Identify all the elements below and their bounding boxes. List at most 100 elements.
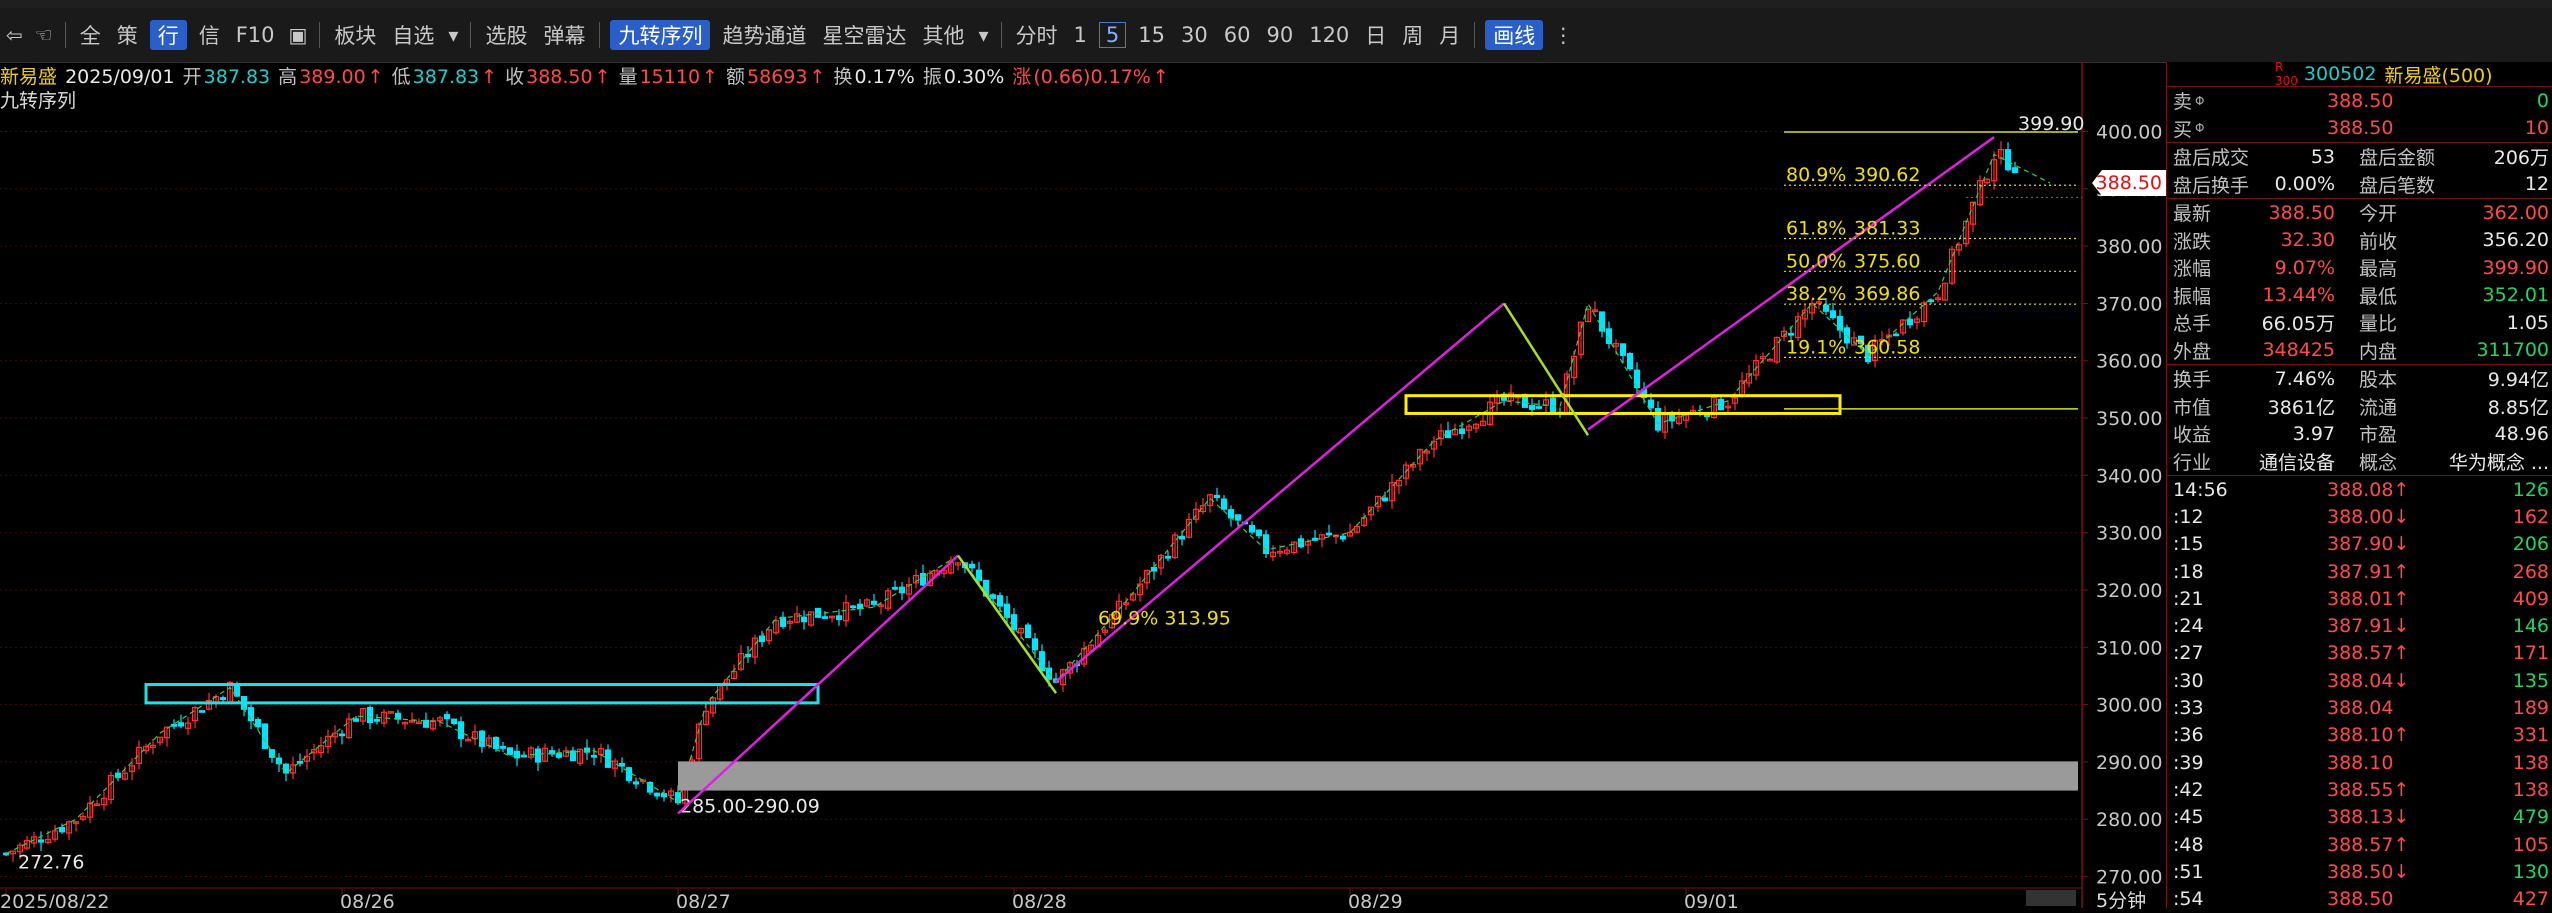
ask-price: 388.50: [2327, 89, 2394, 112]
candle-body: [219, 697, 227, 701]
candle-body: [814, 607, 822, 618]
tick-volume: 206: [2512, 533, 2549, 556]
toolbar-item-screener[interactable]: 选股: [477, 20, 535, 50]
layout-icon[interactable]: ▣: [283, 23, 314, 47]
tick-list[interactable]: 14:56 388.08↑ 126:12 388.00↓ 162:15 387.90↓ 20…: [2167, 476, 2552, 913]
quote-cell: 市盈: [2359, 424, 2398, 447]
quote-cell: 最新: [2173, 203, 2212, 226]
period-30m[interactable]: 30: [1173, 23, 1216, 47]
draw-line-button[interactable]: 画线: [1485, 20, 1544, 50]
y-tick-label: 340.00: [2096, 465, 2162, 487]
candle-body: [968, 563, 976, 569]
stock-title: 新易盛(500): [2384, 64, 2493, 87]
tick-row: :54 388.50 427: [2167, 885, 2552, 912]
quote-cell: 48.96: [2494, 422, 2549, 445]
bid-volume: 10: [2524, 117, 2549, 140]
candle-body: [1248, 525, 1256, 533]
tick-volume: 479: [2512, 806, 2549, 829]
candle-body: [891, 586, 899, 590]
hand-icon[interactable]: ☜: [29, 23, 59, 47]
candle-body: [1325, 532, 1333, 536]
period-day[interactable]: 日: [1357, 20, 1394, 50]
trend-dash-line: [5, 153, 2051, 855]
candle-body: [1822, 304, 1830, 312]
candle-body: [1619, 343, 1627, 356]
quote-cell: 内盘: [2359, 340, 2398, 363]
toolbar-item-other[interactable]: 其他: [914, 20, 972, 50]
tick-time: :33: [2173, 697, 2204, 720]
candle-body: [198, 710, 206, 713]
toolbar-item-danmaku[interactable]: 弹幕: [535, 20, 593, 50]
candle-body: [1717, 398, 1725, 411]
kline-chart[interactable]: 400.00390.00380.00370.00360.00350.00340.…: [0, 62, 2166, 908]
tick-price: 388.50: [2327, 888, 2394, 911]
quote-cell: 7.46%: [2274, 367, 2335, 390]
toolbar-item-nine-turn[interactable]: 九转序列: [610, 20, 711, 50]
quote-cell: 8.85亿: [2487, 396, 2549, 419]
quote-cell: 206万: [2493, 147, 2549, 170]
tick-price: 388.04: [2327, 697, 2394, 720]
toolbar-item-trend-channel[interactable]: 趋势通道: [714, 20, 814, 50]
period-intraday[interactable]: 分时: [1008, 20, 1066, 50]
fib-mid-label: 69.9% 313.95: [1098, 608, 1231, 630]
toolbar-item-f10[interactable]: F10: [228, 23, 283, 47]
toolbar-item-watchlist[interactable]: 自选: [384, 20, 442, 50]
candle-body: [1003, 603, 1011, 618]
candle-body: [1024, 624, 1032, 639]
period-60m[interactable]: 60: [1216, 23, 1259, 47]
period-90m[interactable]: 90: [1258, 23, 1301, 47]
stock-name: 新易盛: [0, 66, 58, 88]
candle-body: [1339, 535, 1347, 540]
tick-row: :48 388.57↑ 105: [2167, 831, 2552, 858]
tick-time: :45: [2173, 806, 2204, 829]
tick-row: :36 388.10↑ 331: [2167, 722, 2552, 749]
quote-cell: 311700: [2476, 339, 2549, 362]
dropdown-icon[interactable]: ▾: [972, 23, 994, 47]
high-value: 389.00: [299, 66, 366, 88]
toolbar-item-info[interactable]: 信: [191, 20, 228, 50]
candle-body: [1668, 413, 1676, 422]
tick-volume: 162: [2512, 505, 2549, 528]
candle-body: [1213, 494, 1221, 499]
candle-body: [1626, 352, 1634, 370]
candle-body: [1766, 358, 1774, 362]
quote-cell: 盘后笔数: [2359, 174, 2436, 197]
tick-volume: 189: [2512, 697, 2549, 720]
scroll-handle[interactable]: [2026, 890, 2076, 906]
candle-body: [499, 746, 507, 749]
candle-body: [1164, 555, 1172, 559]
quote-cell: 1.05: [2506, 311, 2549, 334]
quote-cell: 12: [2524, 173, 2549, 196]
fundamentals-block: 换手 7.46% 股本 9.94亿 市值 3861亿 流通 8.85亿 收益 3.97 市盈 48.9…: [2167, 365, 2552, 476]
fib-value-label: 369.86: [1854, 283, 1920, 305]
candle-body: [632, 781, 640, 785]
toolbar-item-strategy[interactable]: 策: [109, 20, 146, 50]
toolbar-item-quote[interactable]: 行: [149, 20, 187, 50]
period-1m[interactable]: 1: [1066, 23, 1095, 47]
more-icon[interactable]: ⋮: [1547, 23, 1579, 47]
period-120m[interactable]: 120: [1301, 23, 1357, 47]
period-15m[interactable]: 15: [1130, 23, 1173, 47]
quote-cell: 振幅: [2173, 285, 2212, 308]
range-label: 285.00-290.09: [680, 796, 820, 818]
title-bar: [0, 0, 2552, 8]
candle-body: [1892, 333, 1900, 337]
back-icon[interactable]: ⇦: [0, 23, 29, 47]
quote-cell: 3.97: [2292, 422, 2335, 445]
tick-row: :18 387.91↑ 268: [2167, 558, 2552, 585]
period-month[interactable]: 月: [1431, 20, 1468, 50]
period-week[interactable]: 周: [1394, 20, 1431, 50]
fib-value-label: 375.60: [1854, 250, 1920, 272]
low-value: 387.83: [412, 66, 480, 88]
quote-cell: 53: [2310, 145, 2335, 168]
candle-body: [2011, 167, 2019, 174]
toolbar-item-all[interactable]: 全: [72, 20, 109, 50]
candle-body: [352, 718, 360, 722]
toolbar-item-sector[interactable]: 板块: [326, 20, 384, 50]
fib-high-label: 399.90: [2018, 113, 2084, 135]
candle-body: [758, 635, 766, 643]
dropdown-icon[interactable]: ▾: [442, 23, 464, 47]
period-5m[interactable]: 5: [1098, 22, 1127, 48]
toolbar-item-star-radar[interactable]: 星空雷达: [814, 20, 914, 50]
tick-time: :24: [2173, 615, 2204, 638]
